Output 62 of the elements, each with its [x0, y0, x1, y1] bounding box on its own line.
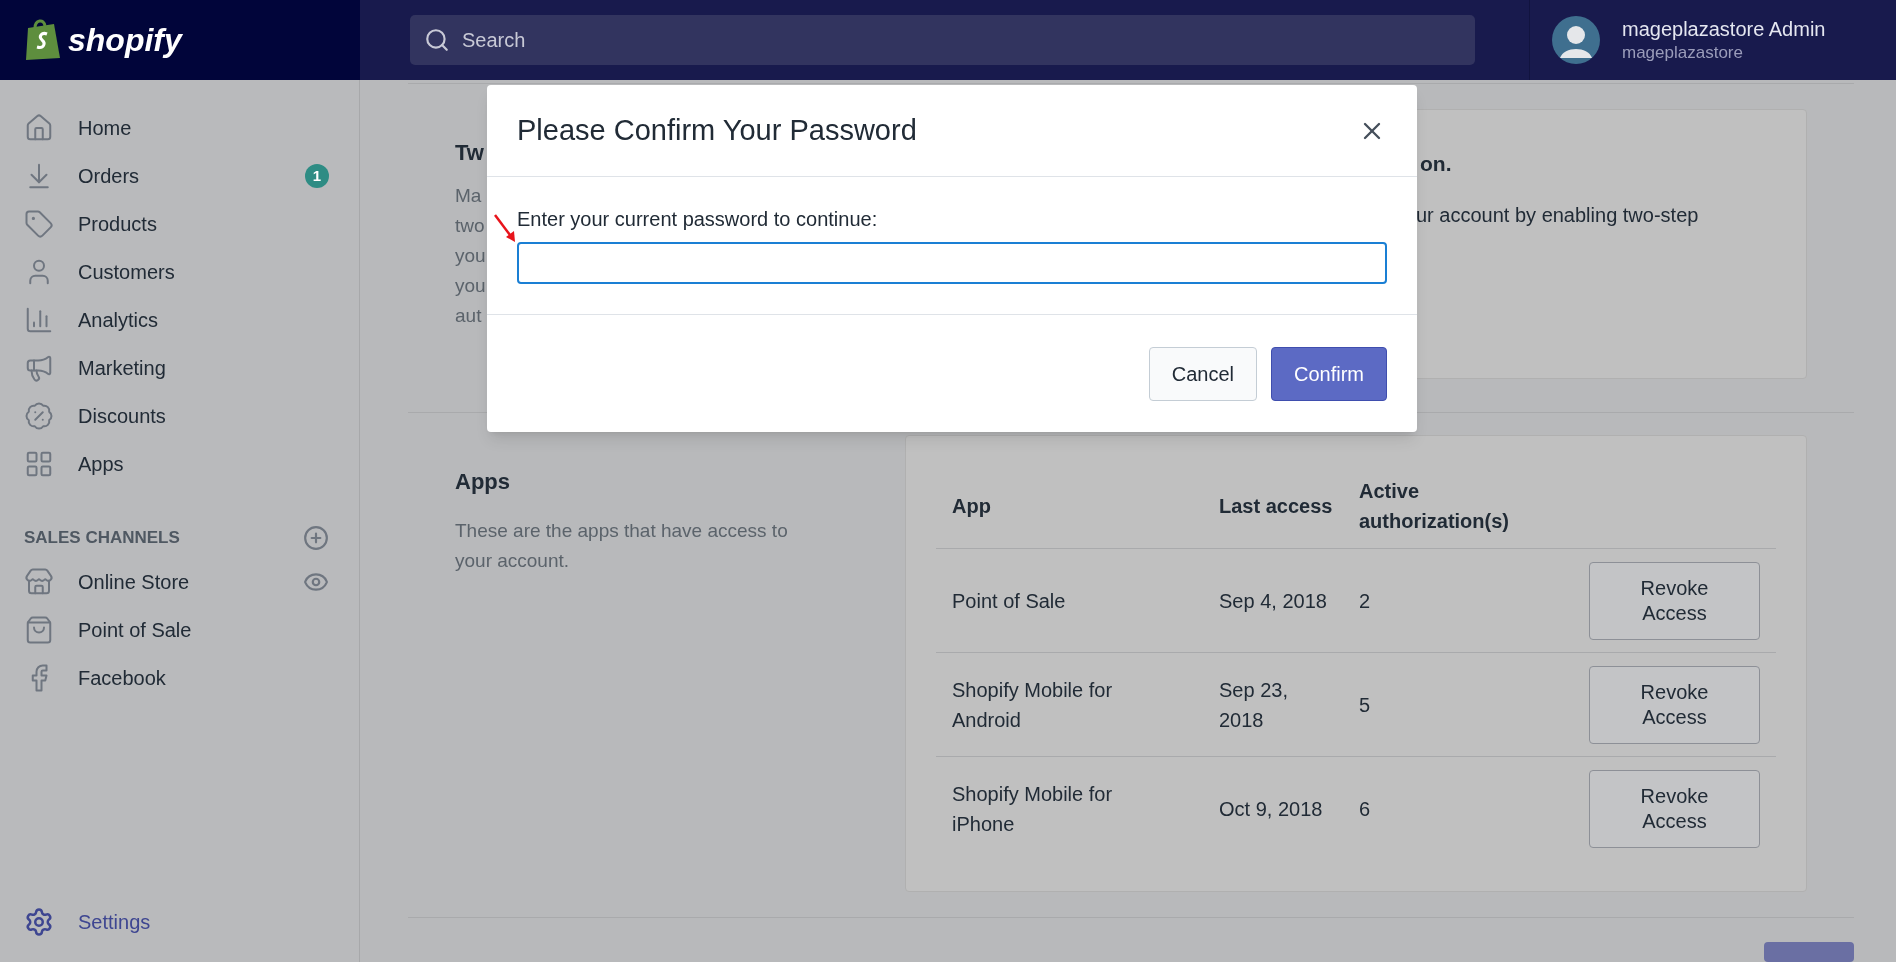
annotation-arrow-icon — [493, 213, 517, 243]
search-field[interactable]: Search — [410, 15, 1475, 65]
count-badge: 1 — [305, 164, 329, 188]
description-text: you — [455, 244, 486, 268]
revoke-access-button[interactable]: Revoke Access — [1589, 665, 1760, 744]
card-text: ur account by enabling two-step — [1416, 202, 1700, 228]
store-name: mageplazastore — [1622, 42, 1744, 64]
card-title: on. — [1419, 151, 1453, 177]
table-cell-text: Oct 9, 2018 — [1219, 797, 1324, 822]
avatar-icon[interactable] — [1552, 16, 1600, 64]
table-cell-text: Sep 23, 2018 — [1219, 677, 1289, 733]
password-field[interactable] — [517, 242, 1387, 284]
description-text: two — [455, 214, 485, 238]
column-header: Active authorization(s) — [1359, 479, 1510, 534]
section-title: Tw — [455, 139, 484, 167]
column-header: App — [952, 494, 992, 519]
description-text: Ma — [455, 184, 482, 208]
cancel-button[interactable]: Cancel — [1148, 346, 1257, 401]
revoke-access-button[interactable]: Revoke Access — [1589, 561, 1760, 640]
add-circle-icon[interactable] — [303, 525, 329, 551]
column-header: Last access — [1219, 494, 1334, 519]
house-icon — [24, 113, 54, 143]
table-cell-text: 5 — [1359, 692, 1372, 718]
table-cell-text: 2 — [1359, 588, 1372, 614]
logo-text: shopify — [68, 21, 182, 60]
table-cell-text: Point of Sale — [952, 588, 1067, 614]
percent-badge-icon — [24, 401, 54, 431]
gear-icon — [24, 907, 54, 937]
tag-icon — [24, 209, 54, 239]
confirm-button[interactable]: Confirm — [1271, 346, 1387, 401]
nav-item[interactable]: Settings — [78, 907, 151, 937]
description-text: you — [455, 274, 486, 298]
storefront-icon — [24, 567, 54, 597]
nav-item[interactable]: Discounts — [78, 401, 166, 431]
megaphone-icon — [24, 353, 54, 383]
nav-item[interactable]: Facebook — [78, 663, 166, 693]
nav-item[interactable]: Analytics — [78, 305, 159, 335]
nav-item[interactable]: Apps — [78, 449, 124, 479]
dialog-title: Please Confirm Your Password — [517, 112, 917, 148]
table-cell-text: Shopify Mobile for Android — [952, 677, 1114, 733]
grid-icon — [24, 449, 54, 479]
nav-item[interactable]: Online Store — [78, 567, 190, 597]
table-cell-text: Shopify Mobile for iPhone — [952, 782, 1114, 837]
section-title: Apps — [455, 468, 511, 496]
description-text: aut — [455, 304, 482, 328]
search-icon — [424, 27, 450, 53]
nav-item[interactable]: Products — [78, 209, 157, 239]
section-description: These are the apps that have access to your account. — [455, 519, 789, 573]
shopping-bag-logo-icon — [24, 18, 62, 62]
table-cell-text: Sep 4, 2018 — [1219, 588, 1328, 614]
nav-item[interactable]: Home — [78, 113, 132, 143]
nav-item[interactable]: Orders — [78, 161, 140, 191]
section-heading: SALES CHANNELS — [24, 527, 180, 550]
table-cell-text: 6 — [1359, 797, 1372, 822]
field-label: Enter your current password to continue: — [517, 207, 879, 232]
nav-item[interactable]: Marketing — [78, 353, 166, 383]
user-name: mageplazastore Admin — [1622, 17, 1826, 42]
nav-item[interactable]: Customers — [78, 257, 175, 287]
nav-item[interactable]: Point of Sale — [78, 615, 192, 645]
shopping-bag-icon — [24, 615, 54, 645]
bar-chart-icon — [24, 305, 54, 335]
revoke-access-button[interactable]: Revoke Access — [1589, 770, 1760, 848]
